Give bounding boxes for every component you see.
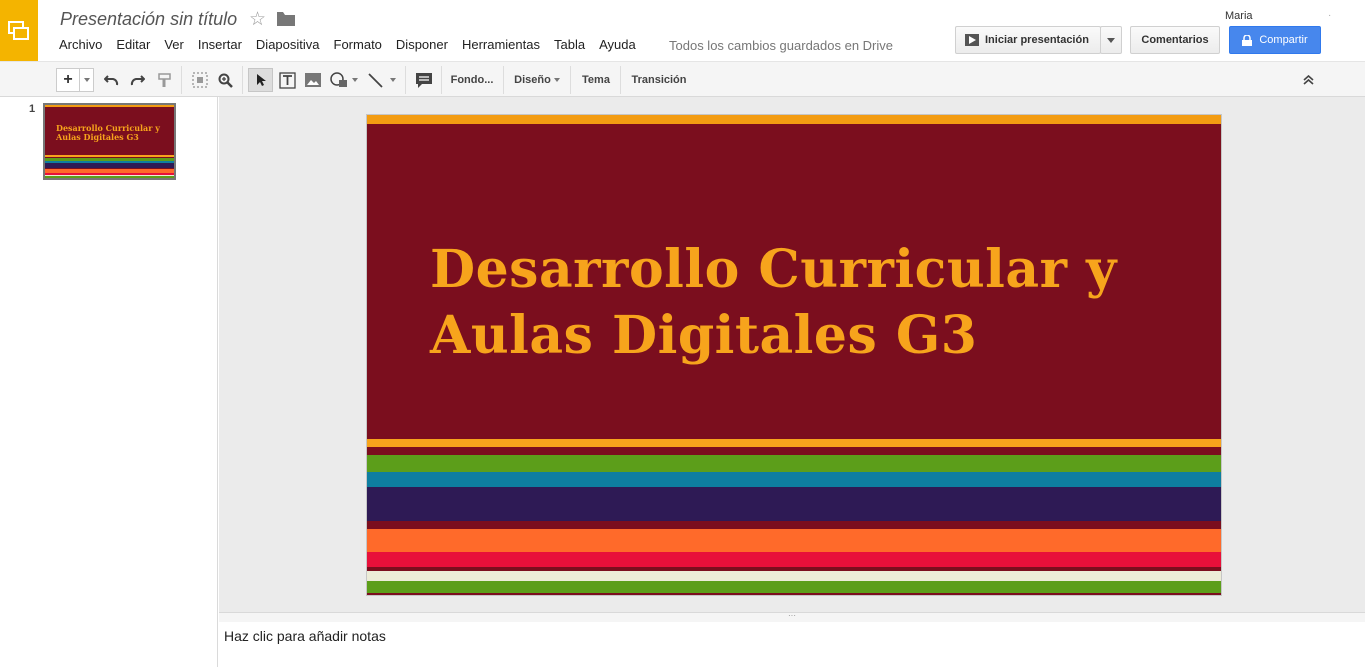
new-slide-layout-dropdown[interactable] [80, 68, 94, 92]
fit-zoom-icon[interactable] [189, 68, 211, 92]
menu-editar[interactable]: Editar [109, 37, 157, 52]
menu-archivo[interactable]: Archivo [52, 37, 109, 52]
zoom-icon[interactable] [214, 68, 236, 92]
thumb-title: Desarrollo Curricular y Aulas Digitales … [56, 123, 160, 142]
comment-icon[interactable] [413, 68, 435, 92]
chevron-down-icon [553, 78, 560, 82]
menu-tabla[interactable]: Tabla [547, 37, 592, 52]
slide-title[interactable]: Desarrollo Curricular y Aulas Digitales … [430, 237, 1190, 369]
thumb-stripe [45, 105, 174, 107]
menu-herramientas[interactable]: Herramientas [455, 37, 547, 52]
document-title[interactable]: Presentación sin título [60, 9, 237, 30]
save-status[interactable]: Todos los cambios guardados en Drive [669, 38, 893, 53]
slide-stripe [367, 487, 1221, 521]
share-button[interactable]: Compartir [1229, 26, 1321, 54]
thumb-stripe [45, 155, 174, 157]
toolbar: + Fondo... Diseño Tema Transición [0, 61, 1365, 97]
toolbar-separator [181, 66, 182, 94]
start-presentation-label: Iniciar presentación [985, 34, 1089, 46]
toolbar-separator [570, 66, 571, 94]
chevron-down-icon [1107, 37, 1115, 43]
notes-resize-handle[interactable]: ··· [219, 612, 1365, 622]
collapse-toolbar-icon[interactable] [1298, 68, 1318, 92]
toolbar-separator [242, 66, 243, 94]
slides-app: Presentación sin título ☆ Archivo Editar… [0, 0, 1365, 667]
toolbar-separator [620, 66, 621, 94]
start-presentation-button[interactable]: Iniciar presentación [955, 26, 1101, 54]
slide[interactable]: Desarrollo Curricular y Aulas Digitales … [366, 114, 1222, 596]
account-dot: · [1328, 10, 1332, 21]
lock-icon [1242, 34, 1253, 46]
slide-stripe [367, 581, 1221, 593]
star-icon[interactable]: ☆ [249, 8, 266, 31]
slides-logo-icon[interactable] [0, 0, 38, 61]
undo-icon[interactable] [100, 68, 122, 92]
toolbar-separator [441, 66, 442, 94]
slide-stripe [367, 439, 1221, 447]
folder-icon[interactable] [277, 12, 295, 26]
toolbar-separator [503, 66, 504, 94]
image-icon[interactable] [302, 68, 324, 92]
layout-button[interactable]: Diseño [506, 68, 568, 92]
thumb-stripe [45, 163, 174, 168]
menu-diapositiva[interactable]: Diapositiva [249, 37, 327, 52]
thumb-stripe [45, 176, 174, 178]
transition-button[interactable]: Transición [624, 68, 694, 92]
slide-stripe [367, 472, 1221, 487]
menu-disponer[interactable]: Disponer [389, 37, 455, 52]
paint-format-icon[interactable] [153, 68, 175, 92]
menu-bar: Archivo Editar Ver Insertar Diapositiva … [52, 37, 643, 52]
presentation-options-dropdown[interactable] [1100, 26, 1122, 54]
background-button[interactable]: Fondo... [443, 68, 501, 92]
shape-icon[interactable] [328, 68, 350, 92]
text-box-icon[interactable] [276, 68, 298, 92]
slide-thumbnail[interactable]: Desarrollo Curricular y Aulas Digitales … [43, 103, 176, 180]
line-icon[interactable] [364, 68, 386, 92]
slide-stripe [367, 552, 1221, 567]
menu-ayuda[interactable]: Ayuda [592, 37, 643, 52]
menu-insertar[interactable]: Insertar [191, 37, 249, 52]
line-dropdown[interactable] [388, 68, 398, 92]
menu-ver[interactable]: Ver [157, 37, 191, 52]
toolbar-separator [405, 66, 406, 94]
chevron-down-icon [83, 78, 90, 82]
menu-formato[interactable]: Formato [327, 37, 389, 52]
notes-placeholder[interactable]: Haz clic para añadir notas [224, 628, 386, 644]
slide-stripe [367, 529, 1221, 552]
slide-stripe [367, 455, 1221, 472]
redo-icon[interactable] [126, 68, 148, 92]
new-slide-button[interactable]: + [56, 68, 80, 92]
slide-number: 1 [29, 103, 36, 115]
play-icon [965, 34, 979, 46]
header: Presentación sin título ☆ Archivo Editar… [0, 0, 1365, 61]
select-tool-icon[interactable] [248, 68, 273, 92]
chevron-down-icon [352, 78, 358, 82]
chevron-down-icon [390, 78, 396, 82]
theme-button[interactable]: Tema [573, 68, 619, 92]
shape-dropdown[interactable] [350, 68, 360, 92]
slide-stripe [367, 571, 1221, 581]
slide-stripe [367, 115, 1221, 124]
speaker-notes[interactable]: Haz clic para añadir notas [219, 622, 1365, 667]
user-name[interactable]: Maria [1225, 10, 1253, 22]
slide-canvas[interactable]: Desarrollo Curricular y Aulas Digitales … [219, 97, 1365, 612]
share-label: Compartir [1259, 34, 1308, 46]
slide-filmstrip: 1 Desarrollo Curricular y Aulas Digitale… [0, 97, 218, 667]
comments-button[interactable]: Comentarios [1130, 26, 1220, 54]
layout-label: Diseño [514, 74, 551, 86]
